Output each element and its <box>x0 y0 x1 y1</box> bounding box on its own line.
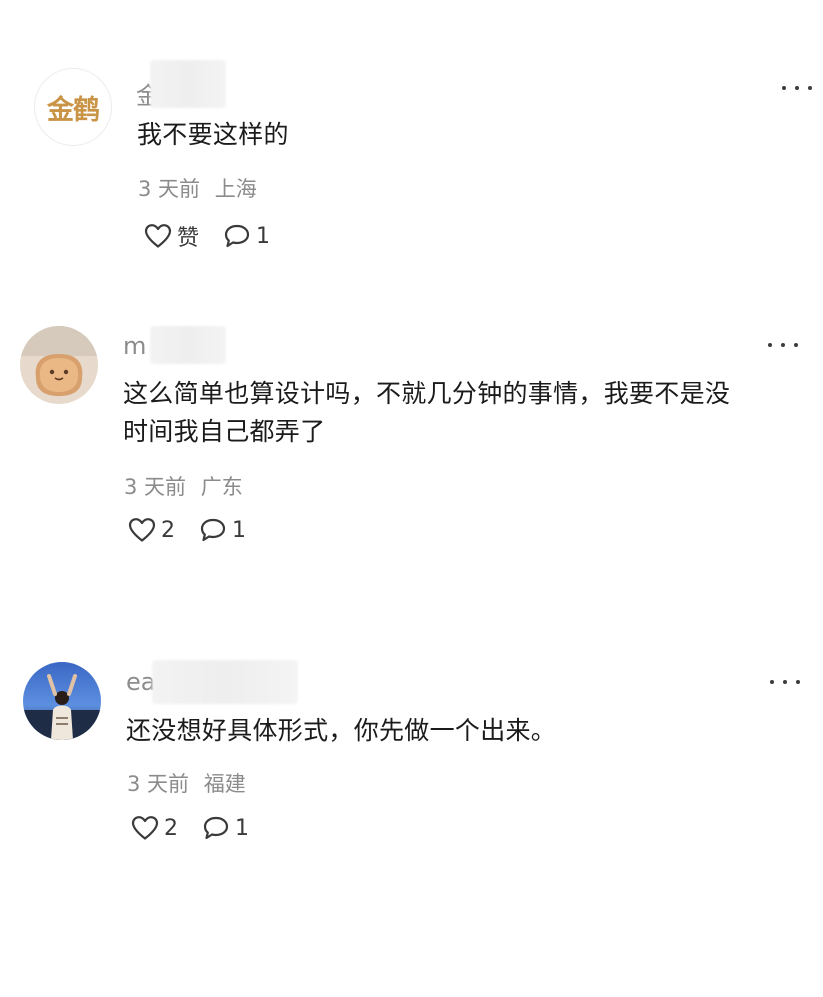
reply-button[interactable]: 1 <box>202 815 249 841</box>
avatar[interactable] <box>23 662 101 740</box>
comment-content: 还没想好具体形式，你先做一个出来。 <box>126 716 557 745</box>
comment-time: 3 天前 <box>127 772 190 796</box>
comment-bubble-icon <box>202 815 230 841</box>
heart-outline-icon <box>131 815 159 841</box>
username-blur <box>152 660 298 704</box>
comment-location: 福建 <box>203 772 246 796</box>
comment-meta: 3 天前 福建 <box>127 768 246 798</box>
reply-count: 1 <box>235 815 249 841</box>
like-button[interactable]: 2 <box>131 815 178 841</box>
more-dots-icon[interactable] <box>770 676 800 688</box>
comment-actions: 2 1 <box>131 815 249 841</box>
avatar-photo-icon <box>23 662 101 740</box>
like-count: 2 <box>164 815 178 841</box>
comment-item: ea 还没想好具体形式，你先做一个出来。 3 天前 福建 2 1 <box>0 0 823 900</box>
